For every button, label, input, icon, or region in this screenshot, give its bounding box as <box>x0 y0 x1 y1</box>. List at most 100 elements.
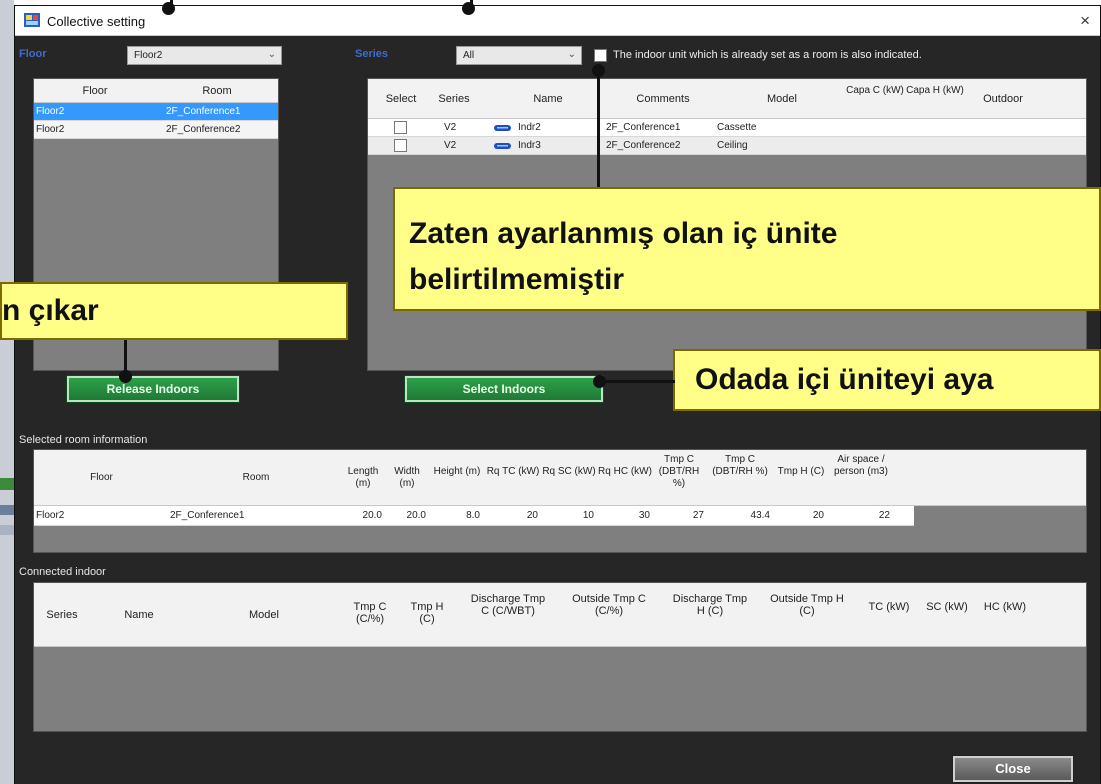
room-list-row[interactable]: Floor2 2F_Conference2 <box>34 121 278 139</box>
indoor-col-model: Model <box>767 93 797 105</box>
indoor-row-model: Ceiling <box>717 140 748 151</box>
indoor-row-name: Indr3 <box>518 140 541 151</box>
room-info-col-tmp-h: Tmp H (C) <box>777 466 825 477</box>
app-icon <box>24 13 40 27</box>
callout-line-1: Zaten ayarlanmış olan iç ünite <box>409 217 838 250</box>
indicate-set-units-label: The indoor unit which is already set as … <box>613 49 922 61</box>
background-app <box>0 0 14 784</box>
floor-label: Floor <box>19 48 47 60</box>
connected-col-outside-tmp-c: Outside Tmp C (C/%) <box>572 593 646 617</box>
room-info-tmp-h: 20 <box>812 510 824 521</box>
room-info-floor: Floor2 <box>36 510 65 521</box>
indoor-row-name: Indr2 <box>518 122 541 133</box>
room-info-col-floor: Floor <box>90 472 113 483</box>
room-info-col-length: Length (m) <box>347 466 379 489</box>
floor-dropdown-value: Floor2 <box>134 50 163 61</box>
room-info-col-rq-sc: Rq SC (kW) <box>542 466 596 477</box>
floor-dropdown[interactable]: Floor2 ⌄ <box>127 46 282 65</box>
indoor-row-series: V2 <box>444 122 457 133</box>
annotation-pointer-line <box>597 72 600 187</box>
room-info-rq-tc: 20 <box>526 510 538 521</box>
indicate-set-units-checkbox[interactable] <box>594 49 607 62</box>
connected-col-series: Series <box>46 609 78 621</box>
room-info-col-height: Height (m) <box>433 466 481 477</box>
connected-indoor-panel: Series Name Model Tmp C (C/%) Tmp H (C) … <box>33 582 1087 732</box>
room-info-rq-hc: 30 <box>638 510 650 521</box>
annotation-pin <box>162 2 175 15</box>
indoor-row[interactable]: V2 Indr2 2F_Conference1 Cassette <box>368 119 1086 137</box>
screenshot-stage: Collective setting × Floor Floor2 ⌄ Seri… <box>0 0 1101 784</box>
indoor-select-checkbox[interactable] <box>394 121 407 134</box>
room-list-row-selected[interactable]: Floor2 2F_Conference1 <box>34 103 278 121</box>
indoor-row-comments: 2F_Conference2 <box>606 140 681 151</box>
room-info-height: 8.0 <box>466 510 480 521</box>
room-info-col-rq-hc: Rq HC (kW) <box>598 466 652 477</box>
background-toolbar-strip <box>0 505 14 515</box>
room-list-col-floor: Floor <box>82 85 108 97</box>
room-info-air-space: 22 <box>878 510 890 521</box>
annotation-pin <box>592 64 605 77</box>
title-bar[interactable]: Collective setting × <box>15 6 1100 36</box>
callout-select-indoors: Odada içi üniteyi aya <box>673 349 1101 411</box>
close-icon[interactable]: × <box>1080 11 1090 31</box>
annotation-pin <box>119 370 132 383</box>
room-row-floor: Floor2 <box>36 106 65 117</box>
chevron-down-icon: ⌄ <box>267 49 276 60</box>
connected-col-discharge-tmp-c: Discharge Tmp C (C/WBT) <box>470 593 546 617</box>
selected-room-info-panel: Floor Room Length (m) Width (m) Height (… <box>33 449 1087 553</box>
room-info-length: 20.0 <box>362 510 382 521</box>
room-info-tmp-c-2: 43.4 <box>750 510 770 521</box>
room-info-col-tmp-c-2: Tmp C (DBT/RH %) <box>712 454 768 477</box>
room-info-col-air-space: Air space / person (m3) <box>834 454 888 477</box>
indoor-col-name: Name <box>533 93 563 105</box>
room-info-col-room: Room <box>242 472 270 483</box>
release-indoors-button[interactable]: Release Indoors <box>66 375 240 403</box>
indoor-row-model: Cassette <box>717 122 757 133</box>
connected-col-tmp-c: Tmp C (C/%) <box>353 601 387 625</box>
callout-select-text: Odada içi üniteyi aya <box>695 363 994 396</box>
connected-col-discharge-tmp-h: Discharge Tmp H (C) <box>672 593 748 617</box>
callout-already-set-not-indicated: Zaten ayarlanmış olan iç ünite belirtilm… <box>393 187 1101 311</box>
connected-indoor-header: Series Name Model Tmp C (C/%) Tmp H (C) … <box>34 583 1086 647</box>
indoor-col-series: Series <box>438 93 470 105</box>
room-list-header: Floor Room <box>34 79 278 103</box>
room-row-floor: Floor2 <box>36 124 65 135</box>
indoor-col-comments: Comments <box>636 93 690 105</box>
indoor-col-select: Select <box>385 93 417 105</box>
indoor-row[interactable]: V2 Indr3 2F_Conference2 Ceiling <box>368 137 1086 155</box>
window-title: Collective setting <box>47 14 146 29</box>
room-info-rq-sc: 10 <box>582 510 594 521</box>
room-info-room: 2F_Conference1 <box>170 510 245 521</box>
connected-indoor-label: Connected indoor <box>19 566 106 578</box>
indoor-select-checkbox[interactable] <box>394 139 407 152</box>
indoor-unit-icon <box>494 125 511 131</box>
connected-col-hc: HC (kW) <box>983 601 1027 613</box>
series-dropdown[interactable]: All ⌄ <box>456 46 582 65</box>
indoor-list-header: Select Series Name Comments Model Capa C… <box>368 79 1086 119</box>
room-info-tmp-c-1: 27 <box>692 510 704 521</box>
connected-col-sc: SC (kW) <box>926 601 968 613</box>
background-toolbar-strip <box>0 478 14 490</box>
series-dropdown-value: All <box>463 50 475 61</box>
selected-room-info-row[interactable]: Floor2 2F_Conference1 20.0 20.0 8.0 20 1… <box>34 506 914 526</box>
background-toolbar-strip <box>0 525 14 535</box>
callout-release-text: n çıkar <box>2 294 99 327</box>
connected-col-model: Model <box>249 609 279 621</box>
annotation-pin <box>462 2 475 15</box>
callout-release-indoors: n çıkar <box>0 282 348 340</box>
connected-col-tc: TC (kW) <box>868 601 910 613</box>
series-label: Series <box>355 48 389 60</box>
indoor-col-outdoor: Outdoor <box>983 93 1023 105</box>
callout-line-2: belirtilmemiştir <box>409 263 625 296</box>
annotation-pointer-line <box>600 380 675 383</box>
indoor-unit-icon <box>494 143 511 149</box>
close-button[interactable]: Close <box>952 755 1074 783</box>
indoor-row-series: V2 <box>444 140 457 151</box>
indoor-row-comments: 2F_Conference1 <box>606 122 681 133</box>
selected-room-info-label: Selected room information <box>19 434 148 446</box>
room-info-col-width: Width (m) <box>394 466 420 489</box>
select-indoors-button[interactable]: Select Indoors <box>404 375 604 403</box>
connected-col-name: Name <box>124 609 154 621</box>
room-info-col-tmp-c-1: Tmp C (DBT/RH %) <box>658 454 700 489</box>
room-info-col-rq-tc: Rq TC (kW) <box>486 466 540 477</box>
